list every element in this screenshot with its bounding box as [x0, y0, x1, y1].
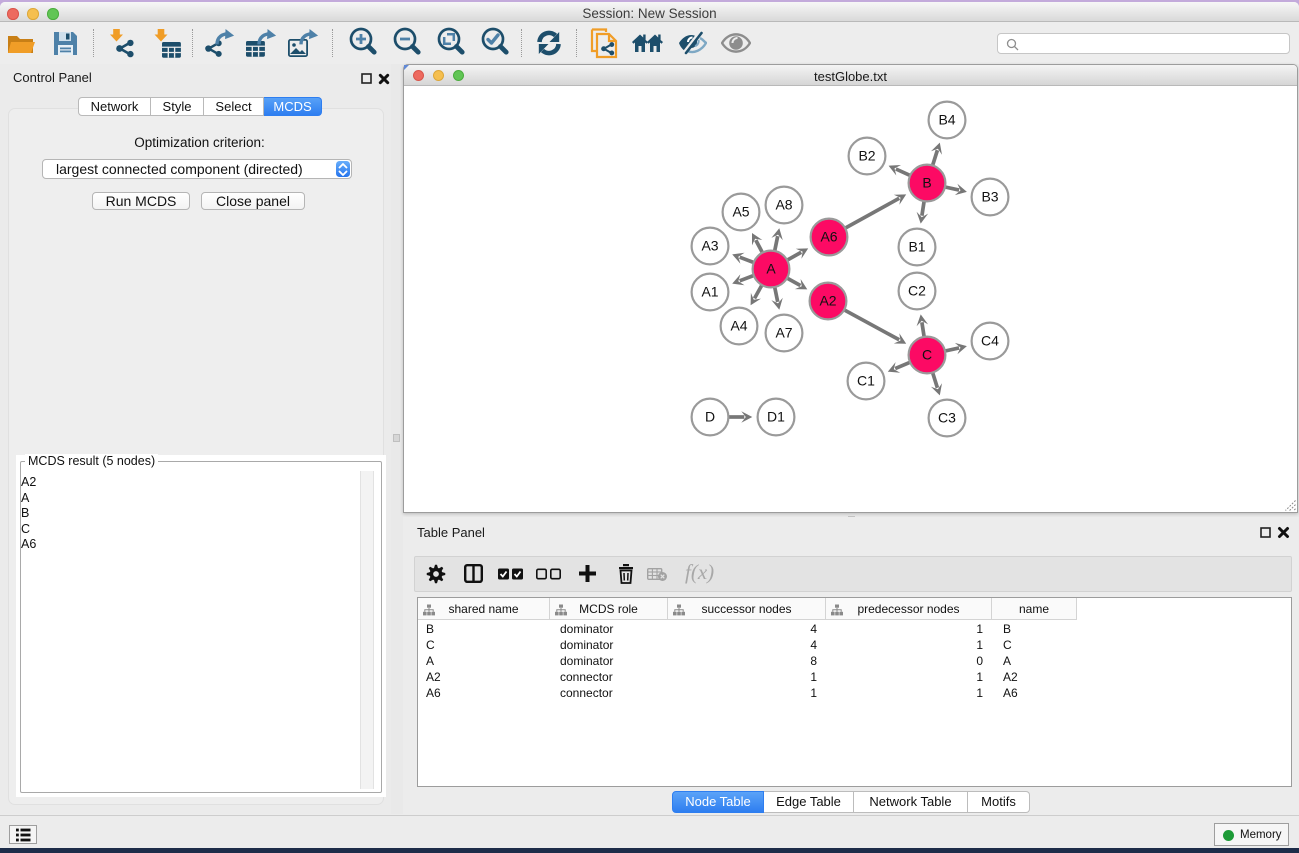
svg-text:A2: A2 [819, 293, 836, 309]
svg-text:C1: C1 [857, 373, 875, 389]
svg-text:C3: C3 [938, 410, 956, 426]
svg-text:A3: A3 [701, 238, 718, 254]
svg-text:C4: C4 [981, 333, 999, 349]
svg-text:A8: A8 [775, 197, 792, 213]
svg-text:A1: A1 [701, 284, 718, 300]
svg-text:B1: B1 [908, 239, 925, 255]
svg-text:B3: B3 [981, 189, 998, 205]
svg-text:A4: A4 [730, 318, 747, 334]
svg-text:B: B [922, 175, 931, 191]
svg-text:A5: A5 [732, 204, 749, 220]
svg-text:D: D [705, 409, 715, 425]
svg-text:A6: A6 [820, 229, 837, 245]
svg-text:B2: B2 [858, 148, 875, 164]
svg-text:A7: A7 [775, 325, 792, 341]
svg-text:A: A [766, 261, 776, 277]
svg-text:D1: D1 [767, 409, 785, 425]
svg-text:C2: C2 [908, 283, 926, 299]
svg-text:B4: B4 [938, 112, 955, 128]
svg-text:C: C [922, 347, 932, 363]
